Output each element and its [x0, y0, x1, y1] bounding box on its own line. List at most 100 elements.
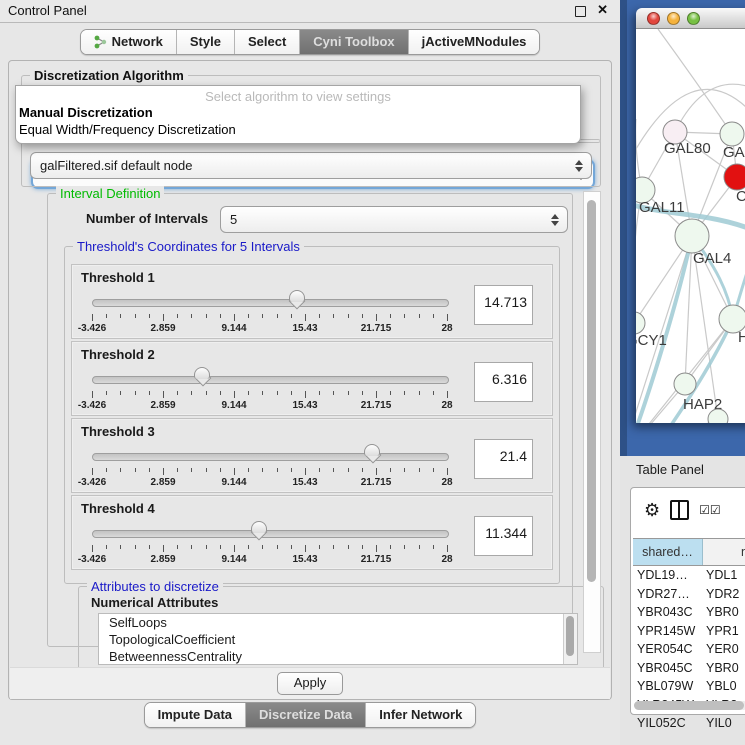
tab-jactivemnodules[interactable]: jActiveMNodules	[409, 30, 540, 54]
slider-handle[interactable]	[194, 367, 210, 386]
slider-tick	[291, 391, 292, 395]
close-icon[interactable]: ✕	[597, 2, 608, 18]
slider-tick	[92, 545, 93, 552]
list-scrollbar[interactable]	[563, 614, 577, 664]
top-tab-bar: NetworkStyleSelectCyni ToolboxjActiveMNo…	[0, 29, 620, 55]
scrollbar-thumb[interactable]	[634, 701, 744, 710]
checkbox-icons[interactable]: ☑☑	[699, 503, 721, 517]
slider-tick	[348, 314, 349, 318]
slider-tick-label: -3.426	[70, 400, 114, 411]
cell-name: YBR0	[702, 603, 745, 622]
slider-track[interactable]	[92, 530, 449, 538]
cell-name: YBR0	[702, 659, 745, 678]
attribute-list-item[interactable]: TopologicalCoefficient	[99, 631, 577, 648]
network-canvas[interactable]: GAL80GACGAL11GAL4GCY1HHAP2	[636, 29, 745, 423]
slider-tick	[376, 468, 377, 475]
zoom-button[interactable]	[687, 12, 700, 25]
slider-tick	[220, 545, 221, 549]
group-title: Attributes to discretize	[87, 579, 223, 594]
minimize-button[interactable]	[667, 12, 680, 25]
threshold-value-field[interactable]: 6.316	[474, 362, 533, 402]
slider-tick	[404, 314, 405, 318]
table-row[interactable]: YBR045CYBR0	[633, 659, 745, 678]
slider-tick	[305, 545, 306, 552]
slider-tick	[319, 545, 320, 549]
scrollbar-thumb[interactable]	[587, 200, 596, 582]
slider-tick	[106, 391, 107, 395]
interval-definition-group: Interval Definition Number of Intervals …	[47, 193, 573, 647]
threshold-value-field[interactable]: 14.713	[474, 285, 533, 325]
network-node[interactable]	[674, 373, 696, 395]
slider-tick-label: 28	[425, 554, 469, 565]
network-window-titlebar[interactable]	[636, 8, 745, 29]
gear-icon[interactable]: ⚙	[644, 501, 660, 519]
slider-tick	[333, 545, 334, 549]
slider-tick	[447, 545, 448, 552]
slider-tick	[305, 468, 306, 475]
tab-impute-data[interactable]: Impute Data	[145, 703, 246, 727]
network-edge[interactable]	[636, 419, 718, 423]
slider-track[interactable]	[92, 453, 449, 461]
table-row[interactable]: YIL052CYIL0	[633, 714, 745, 733]
slider-handle[interactable]	[251, 521, 267, 540]
slider-handle[interactable]	[289, 290, 305, 309]
slider-tick	[177, 314, 178, 318]
network-edge[interactable]	[658, 29, 732, 134]
horizontal-scrollbar[interactable]	[634, 701, 745, 710]
table-row[interactable]: YBR043CYBR0	[633, 603, 745, 622]
tab-cyni-toolbox[interactable]: Cyni Toolbox	[300, 30, 408, 54]
attribute-list-item[interactable]: SelfLoops	[99, 614, 577, 631]
columns-icon[interactable]	[670, 500, 689, 520]
table-row[interactable]: YDL19…YDL1	[633, 566, 745, 585]
vertical-scrollbar[interactable]	[583, 191, 601, 653]
network-node[interactable]	[675, 219, 709, 253]
table-data-combobox[interactable]: galFiltered.sif default node	[30, 152, 592, 179]
slider-tick	[206, 391, 207, 395]
slider-tick	[447, 314, 448, 321]
slider-tick	[149, 468, 150, 472]
network-graph: GAL80GACGAL11GAL4GCY1HHAP2	[636, 29, 745, 423]
network-node[interactable]	[636, 312, 645, 334]
tab-network[interactable]: Network	[81, 30, 177, 54]
threshold-label: Threshold 2	[81, 347, 155, 362]
table-row[interactable]: YBL079WYBL0	[633, 677, 745, 696]
number-of-intervals-combobox[interactable]: 5	[220, 206, 568, 233]
slider-tick	[333, 314, 334, 318]
slider-handle[interactable]	[364, 444, 380, 463]
tab-style[interactable]: Style	[177, 30, 235, 54]
column-header-name[interactable]: na	[703, 539, 745, 565]
slider-tick	[419, 468, 420, 472]
slider-tick	[248, 545, 249, 549]
slider-tick	[376, 391, 377, 398]
tab-select[interactable]: Select	[235, 30, 300, 54]
network-view-window[interactable]: GAL80GACGAL11GAL4GCY1HHAP2	[636, 8, 745, 423]
threshold-value-field[interactable]: 11.344	[474, 516, 533, 556]
float-window-icon[interactable]	[575, 6, 586, 17]
slider-tick	[319, 468, 320, 472]
cell-shared-name: YDR27…	[633, 585, 702, 604]
attribute-list-item[interactable]: BetweennessCentrality	[99, 648, 577, 665]
slider-tick	[404, 468, 405, 472]
table-row[interactable]: YPR145WYPR1	[633, 622, 745, 641]
group-title: Interval Definition	[56, 186, 164, 201]
network-node[interactable]	[724, 164, 745, 190]
apply-button[interactable]: Apply	[277, 672, 343, 695]
slider-tick	[390, 468, 391, 472]
slider-tick-label: -3.426	[70, 554, 114, 565]
close-button[interactable]	[647, 12, 660, 25]
tab-infer-network[interactable]: Infer Network	[366, 703, 475, 727]
slider-tick	[433, 545, 434, 549]
slider-track[interactable]	[92, 299, 449, 307]
algorithm-option[interactable]: Manual Discretization	[16, 104, 580, 121]
threshold-value-field[interactable]: 21.4	[474, 439, 533, 479]
tab-discretize-data[interactable]: Discretize Data	[246, 703, 366, 727]
column-header-shared-name[interactable]: shared…	[633, 539, 703, 565]
network-node[interactable]	[720, 122, 744, 146]
control-panel-titlebar: Control Panel ✕	[0, 0, 620, 23]
table-row[interactable]: YER054CYER0	[633, 640, 745, 659]
apply-bar: Apply	[10, 667, 610, 699]
slider-track[interactable]	[92, 376, 449, 384]
table-row[interactable]: YDR27…YDR2	[633, 585, 745, 604]
numerical-attributes-list[interactable]: SelfLoopsTopologicalCoefficientBetweenne…	[98, 613, 578, 665]
algorithm-option[interactable]: Equal Width/Frequency Discretization	[16, 121, 580, 138]
